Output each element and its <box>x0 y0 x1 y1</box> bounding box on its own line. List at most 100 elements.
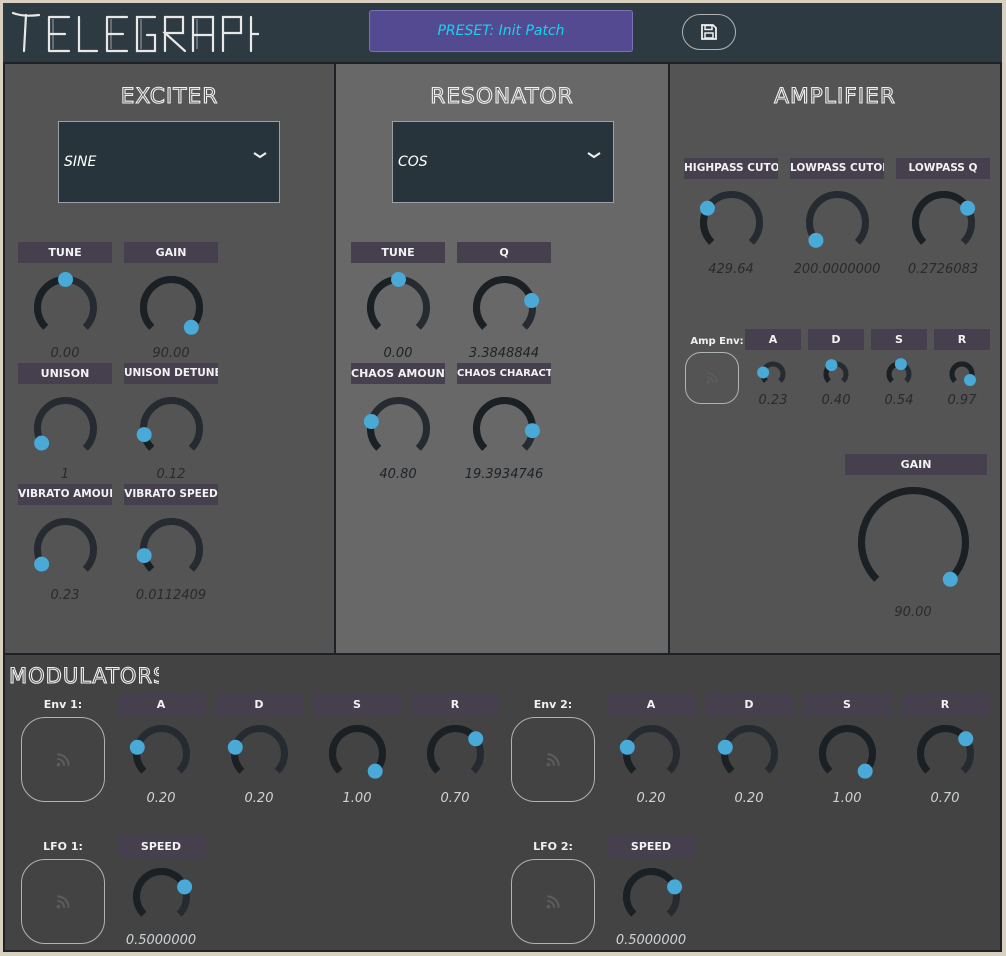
amp-gain-knob[interactable] <box>851 480 976 605</box>
amplifier-title-text: AMPLIFIER <box>774 84 896 108</box>
amp-env-d-knob[interactable] <box>817 355 855 393</box>
resonator-q-knob-handle <box>523 292 539 308</box>
amp-gain-knob-handle <box>942 571 958 587</box>
env1-r-knob[interactable] <box>420 718 491 789</box>
env1-label: Env 1: <box>43 698 83 711</box>
lfo1-speed-knob[interactable] <box>126 861 197 932</box>
resonator-chaos-character-value: 19.3934746 <box>464 467 544 482</box>
header-bar: PRESET: Init Patch <box>3 3 1002 62</box>
amp-env-a-label: A <box>745 329 801 350</box>
lowpass-q-knob-handle <box>959 200 975 216</box>
rss-icon <box>546 894 560 908</box>
modulators-title-text: MODULATORS <box>9 664 159 687</box>
exciter-vibrato-speed-knob-handle <box>136 547 152 563</box>
env2-d-knob[interactable] <box>714 718 785 789</box>
rss-icon <box>56 894 70 908</box>
env2-r-knob[interactable] <box>910 718 981 789</box>
exciter-title-text: EXCITER <box>121 84 219 108</box>
amp-env-a-value: 0.23 <box>758 393 788 408</box>
env1-r-value: 0.70 <box>440 791 470 806</box>
exciter-gain-label: GAIN <box>124 242 218 263</box>
resonator-title: RESONATOR <box>430 83 574 108</box>
lfo1-speed-value: 0.5000000 <box>125 933 197 948</box>
amplifier-title: AMPLIFIER <box>774 83 896 108</box>
resonator-chaos-amount-knob-handle <box>363 413 379 429</box>
amp-env-r-value: 0.97 <box>947 393 977 408</box>
exciter-gain-value: 90.00 <box>152 346 190 361</box>
amp-env-a-knob[interactable] <box>754 355 792 393</box>
exciter-tune-knob[interactable] <box>27 269 104 346</box>
env2-label: Env 2: <box>533 698 573 711</box>
save-button[interactable] <box>682 14 736 50</box>
env2-d-value: 0.20 <box>734 791 764 806</box>
env2-r-knob-handle <box>957 730 973 746</box>
highpass-cutoff-knob[interactable] <box>693 184 770 261</box>
amp-env-r-knob-handle <box>964 374 976 386</box>
lowpass-q-knob[interactable] <box>905 184 982 261</box>
env2-a-knob-handle <box>619 739 635 755</box>
exciter-vibrato-amount-knob-handle <box>33 556 49 572</box>
exciter-vibrato-amount-label: VIBRATO AMOUNT <box>18 484 112 505</box>
amp-env-r-knob[interactable] <box>943 355 981 393</box>
resonator-chaos-character-knob[interactable] <box>466 390 543 467</box>
env1-r-knob-handle <box>467 730 483 746</box>
exciter-waveform-select[interactable]: SINE <box>58 121 280 203</box>
lfo1-speed-knob-fill <box>132 867 188 917</box>
env1-s-label: S <box>313 694 401 715</box>
resonator-chaos-amount-label: CHAOS AMOUNT <box>351 363 445 384</box>
exciter-title: EXCITER <box>120 83 219 108</box>
lowpass-q-value: 0.2726083 <box>907 262 979 277</box>
lfo1-speed-knob-handle <box>176 878 192 894</box>
chevron-down-icon <box>587 152 601 159</box>
highpass-cutoff-knob-handle <box>699 200 715 216</box>
exciter-unison-detune-knob[interactable] <box>133 390 210 467</box>
telegraph-logo <box>11 11 259 53</box>
lfo2-pad[interactable] <box>511 859 595 944</box>
highpass-cutoff-knob-track <box>699 190 763 245</box>
exciter-waveform-value: SINE <box>64 154 97 170</box>
exciter-unison-label: UNISON <box>18 363 112 384</box>
env2-d-label: D <box>705 694 793 715</box>
resonator-tune-label: TUNE <box>351 242 445 263</box>
env2-s-knob[interactable] <box>812 718 883 789</box>
amp-env-s-knob[interactable] <box>880 355 918 393</box>
resonator-q-label: Q <box>457 242 551 263</box>
resonator-q-knob-fill <box>472 275 535 330</box>
amp-env-s-knob-handle <box>894 358 907 371</box>
env1-d-value: 0.20 <box>244 791 274 806</box>
resonator-q-knob[interactable] <box>466 269 543 346</box>
amp-env-d-knob-handle <box>825 359 838 372</box>
resonator-tune-knob-fill <box>366 275 399 330</box>
amplifier-panel: AMPLIFIER Amp Env: HIGHPASS CUTOFF 429.64… <box>668 62 1002 655</box>
env2-a-value: 0.20 <box>636 791 666 806</box>
env1-s-knob-handle <box>367 763 383 779</box>
env2-s-label: S <box>803 694 891 715</box>
env1-d-knob[interactable] <box>224 718 295 789</box>
exciter-vibrato-amount-knob[interactable] <box>27 511 104 588</box>
env2-a-knob[interactable] <box>616 718 687 789</box>
resonator-tune-knob[interactable] <box>360 269 437 346</box>
env2-pad[interactable] <box>511 717 595 802</box>
lfo1-pad[interactable] <box>21 859 105 944</box>
exciter-tune-label: TUNE <box>18 242 112 263</box>
exciter-vibrato-speed-knob[interactable] <box>133 511 210 588</box>
exciter-unison-detune-value: 0.12 <box>156 467 186 482</box>
env1-a-knob[interactable] <box>126 718 197 789</box>
highpass-cutoff-label: HIGHPASS CUTOFF <box>684 158 778 179</box>
lowpass-cutoff-knob[interactable] <box>799 184 876 261</box>
resonator-waveform-select[interactable]: COS <box>392 121 614 203</box>
lfo2-speed-value: 0.5000000 <box>615 933 687 948</box>
exciter-unison-knob[interactable] <box>27 390 104 467</box>
preset-button[interactable]: PRESET: Init Patch <box>369 10 633 52</box>
env1-pad[interactable] <box>21 717 105 802</box>
lowpass-q-knob-fill <box>911 190 971 245</box>
amp-env-pad[interactable] <box>685 352 739 404</box>
env1-s-knob[interactable] <box>322 718 393 789</box>
exciter-gain-knob[interactable] <box>133 269 210 346</box>
lfo1-speed-label: SPEED <box>117 836 205 857</box>
resonator-chaos-amount-knob[interactable] <box>360 390 437 467</box>
lfo2-label: LFO 2: <box>533 840 573 853</box>
lfo2-speed-knob[interactable] <box>616 861 687 932</box>
exciter-unison-detune-knob-track <box>139 396 203 451</box>
exciter-unison-value: 1 <box>60 467 70 482</box>
